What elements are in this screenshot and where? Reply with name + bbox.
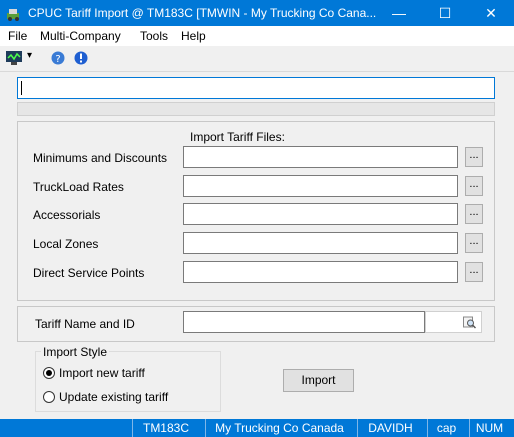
- direct-service-label: Direct Service Points: [33, 266, 145, 280]
- local-zones-input[interactable]: [183, 232, 458, 254]
- tariff-label: Tariff Name and ID: [35, 317, 135, 331]
- accessorials-browse-button[interactable]: ...: [465, 204, 483, 224]
- minimize-button[interactable]: —: [376, 0, 422, 26]
- lookup-icon[interactable]: [463, 316, 476, 329]
- accessorials-label: Accessorials: [33, 208, 101, 222]
- minimums-browse-button[interactable]: ...: [465, 147, 483, 167]
- menu-tools[interactable]: Tools: [140, 29, 168, 43]
- svg-text:?: ?: [55, 54, 60, 65]
- menu-bar: File Multi-Company Tools Help: [0, 26, 514, 46]
- minimums-label: Minimums and Discounts: [33, 151, 168, 165]
- app-icon: [7, 9, 19, 21]
- direct-service-input[interactable]: [183, 261, 458, 283]
- status-user: DAVIDH: [357, 419, 423, 437]
- status-company: My Trucking Co Canada: [205, 419, 353, 437]
- direct-service-browse-button[interactable]: ...: [465, 262, 483, 282]
- local-zones-label: Local Zones: [33, 237, 99, 251]
- tariff-lookup[interactable]: [425, 311, 482, 333]
- import-button[interactable]: Import: [283, 369, 354, 392]
- menu-multi-company[interactable]: Multi-Company: [40, 29, 121, 43]
- menu-file[interactable]: File: [8, 29, 27, 43]
- truckload-browse-button[interactable]: ...: [465, 176, 483, 196]
- monitor-icon[interactable]: [6, 51, 22, 65]
- truckload-input[interactable]: [183, 175, 458, 197]
- truckload-label: TruckLoad Rates: [33, 180, 124, 194]
- accessorials-input[interactable]: [183, 203, 458, 225]
- import-files-heading: Import Tariff Files:: [190, 130, 285, 144]
- status-bar: TM183C My Trucking Co Canada DAVIDH cap …: [0, 419, 514, 437]
- progress-bar: [17, 102, 495, 116]
- text-cursor: [21, 81, 22, 95]
- menu-help[interactable]: Help: [181, 29, 206, 43]
- title-bar: CPUC Tariff Import @ TM183C [TMWIN - My …: [0, 0, 514, 26]
- status-num: NUM: [469, 419, 509, 437]
- tariff-input[interactable]: [183, 311, 425, 333]
- toolbar: ▾ ?: [0, 47, 514, 72]
- minimums-input[interactable]: [183, 146, 458, 168]
- update-existing-label[interactable]: Update existing tariff: [59, 390, 168, 404]
- top-input[interactable]: [17, 77, 495, 99]
- help-icon[interactable]: ?: [51, 51, 65, 65]
- import-style-legend: Import Style: [41, 345, 110, 359]
- status-caps: cap: [427, 419, 465, 437]
- maximize-button[interactable]: ☐: [422, 0, 468, 26]
- window-title: CPUC Tariff Import @ TM183C [TMWIN - My …: [28, 6, 377, 20]
- update-existing-radio[interactable]: [43, 391, 55, 403]
- chevron-down-icon[interactable]: ▾: [27, 50, 32, 61]
- local-zones-browse-button[interactable]: ...: [465, 233, 483, 253]
- import-new-radio[interactable]: [43, 367, 55, 379]
- import-new-label[interactable]: Import new tariff: [59, 366, 145, 380]
- status-server: TM183C: [132, 419, 199, 437]
- close-button[interactable]: ✕: [468, 0, 514, 26]
- info-icon[interactable]: [74, 51, 88, 65]
